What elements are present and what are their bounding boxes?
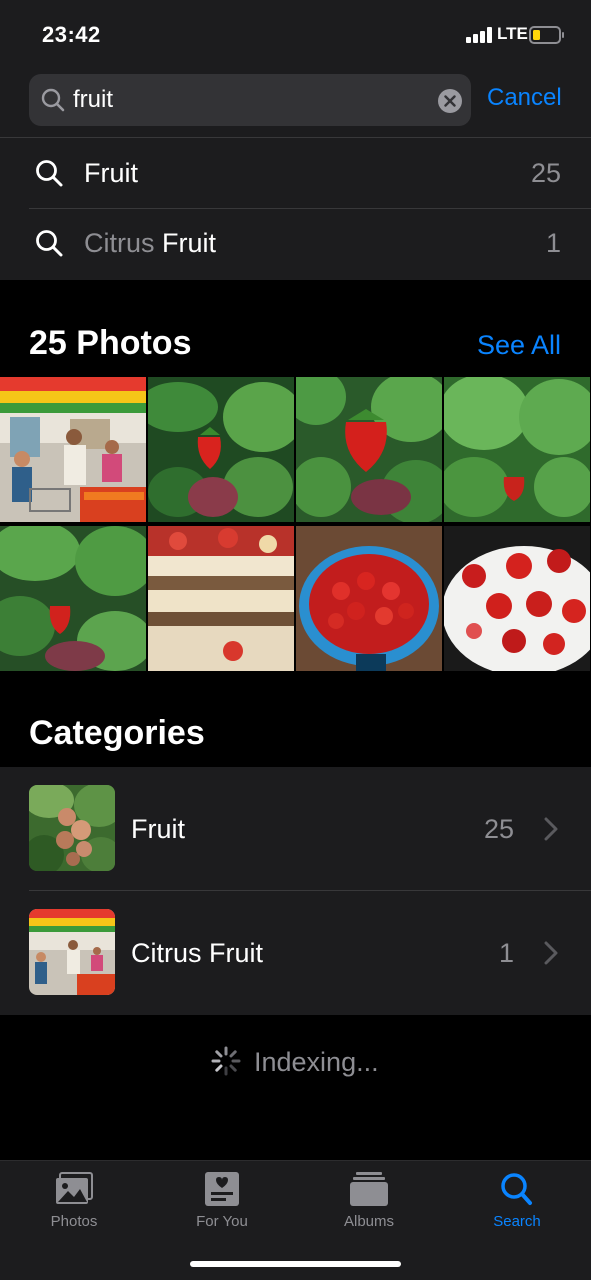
search-icon [501,1173,532,1205]
indexing-label: Indexing... [254,1047,379,1077]
search-input[interactable]: fruit [29,74,471,126]
battery-icon [529,26,564,44]
photos-icon [56,1172,93,1204]
suggestion-row[interactable]: Fruit 25 [0,137,591,208]
tab-label: Search [493,1213,541,1230]
indexing-status: Indexing... [0,1040,591,1084]
categories-list: Fruit 25 Citrus Fruit 1 [0,767,591,1015]
home-indicator[interactable] [190,1261,401,1267]
chevron-right-icon [544,941,558,965]
network-type: LTE [497,24,528,43]
category-row-fruit[interactable]: Fruit 25 [0,767,591,891]
tab-for-you[interactable]: For You [148,1161,296,1251]
see-all-button[interactable]: See All [477,330,561,361]
photo-thumbnail[interactable] [148,526,294,671]
photos-section-title: 25 Photos [29,324,192,362]
clear-x-circle-icon[interactable] [438,89,462,113]
tab-search[interactable]: Search [443,1161,591,1251]
tab-label: Albums [343,1213,395,1230]
tab-label: Photos [50,1213,98,1230]
photo-thumbnail[interactable] [444,377,590,522]
chevron-right-icon [544,817,558,841]
cellular-signal-icon [466,27,494,43]
search-icon [36,230,63,257]
suggestion-count: 1 [545,228,561,258]
category-count: 25 [483,814,514,844]
status-bar: 23:42 LTE [0,0,591,70]
status-time: 23:42 [42,22,101,47]
categories-section-title: Categories [29,714,205,752]
tab-photos[interactable]: Photos [0,1161,148,1251]
photo-grid [0,377,591,671]
for-you-icon [205,1172,239,1206]
suggestion-label: Citrus Fruit [84,228,217,258]
search-icon [36,160,63,187]
search-query-text[interactable]: fruit [73,74,113,126]
photo-thumbnail[interactable] [0,526,146,671]
category-count: 1 [498,938,514,968]
photo-thumbnail[interactable] [296,526,442,671]
photo-thumbnail[interactable] [0,377,146,522]
category-thumbnail [29,909,115,995]
albums-icon [350,1172,388,1206]
photo-thumbnail[interactable] [148,377,294,522]
suggestion-row[interactable]: Citrus Fruit 1 [0,208,591,279]
category-row-citrus-fruit[interactable]: Citrus Fruit 1 [0,891,591,1015]
magnifying-glass-icon [41,88,65,112]
photo-thumbnail[interactable] [296,377,442,522]
photo-thumbnail[interactable] [444,526,590,671]
category-name: Fruit [131,814,185,844]
category-name: Citrus Fruit [131,938,264,968]
search-header: 23:42 LTE fruit Cancel Fruit 25 Citrus F… [0,0,591,280]
tab-albums[interactable]: Albums [295,1161,443,1251]
activity-spinner-icon [211,1046,241,1076]
category-thumbnail [29,785,115,871]
suggestion-label: Fruit [84,158,138,188]
cancel-button[interactable]: Cancel [487,84,562,112]
row-divider [29,890,591,891]
tab-label: For You [196,1213,248,1230]
suggestion-count: 25 [530,158,561,188]
